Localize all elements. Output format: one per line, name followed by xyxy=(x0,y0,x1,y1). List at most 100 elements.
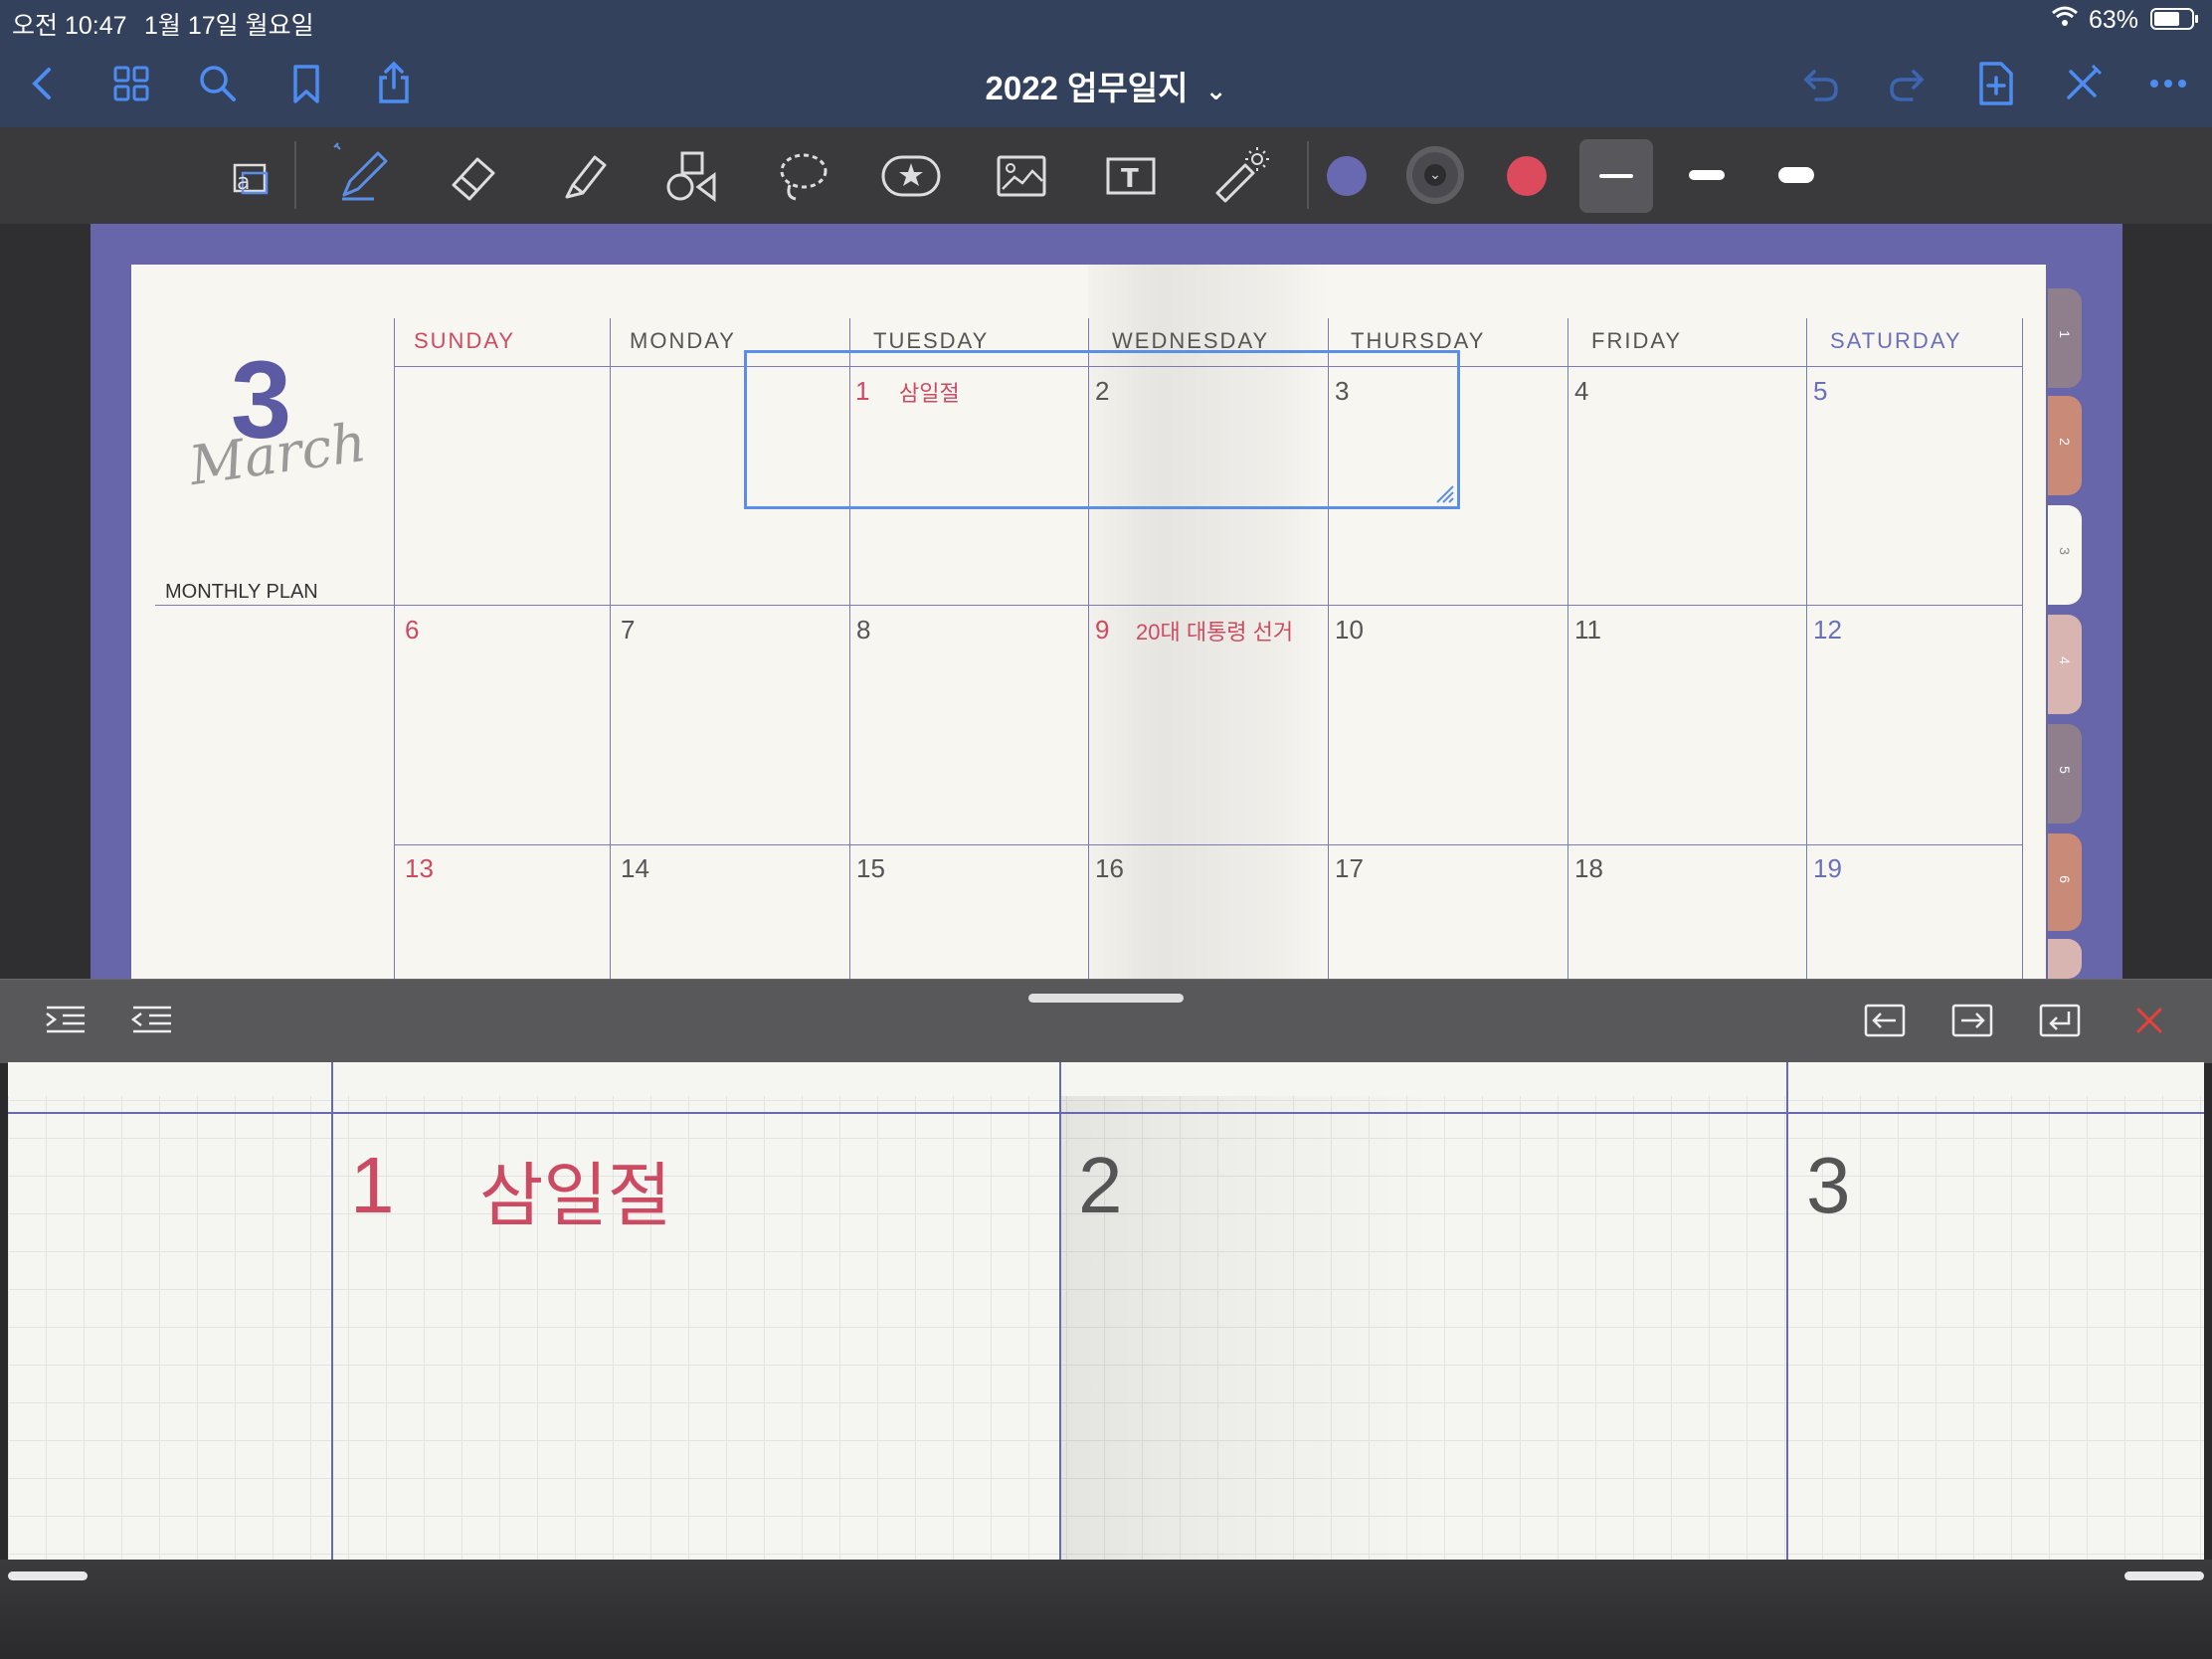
day-header: SUNDAY xyxy=(414,328,516,353)
battery-icon xyxy=(2150,7,2200,38)
page-tab-active[interactable]: 3 xyxy=(2048,505,2082,605)
page-tab[interactable]: 5 xyxy=(2048,724,2082,824)
grid-line xyxy=(155,605,2023,606)
add-page-icon[interactable] xyxy=(1969,58,2021,109)
grid-line xyxy=(2022,318,2023,980)
date-cell[interactable]: 4 xyxy=(1574,376,1588,407)
search-icon[interactable] xyxy=(192,58,244,109)
date-cell[interactable]: 14 xyxy=(621,853,649,884)
date-cell[interactable]: 13 xyxy=(405,853,434,884)
chevron-down-icon: ⌄ xyxy=(1424,164,1446,186)
date-cell[interactable]: 19 xyxy=(1813,853,1842,884)
text-icon[interactable]: T xyxy=(1096,141,1166,211)
grid-line xyxy=(1786,1062,1788,1560)
share-icon[interactable] xyxy=(368,58,420,109)
document-title-text[interactable]: 2022 업무일지 xyxy=(986,70,1189,106)
layout-icon[interactable]: a xyxy=(217,141,286,211)
resize-handle-icon[interactable] xyxy=(1433,482,1455,504)
more-icon[interactable] xyxy=(2142,58,2194,109)
eraser-icon[interactable] xyxy=(438,141,507,211)
grid-line xyxy=(1567,318,1568,980)
pen-off-icon[interactable] xyxy=(2057,58,2109,109)
date-cell[interactable]: 6 xyxy=(405,615,419,645)
day-header: FRIDAY xyxy=(1591,328,1683,353)
grid-line xyxy=(8,1112,2204,1114)
tab-label: 1 xyxy=(2057,330,2073,338)
zoom-date: 3 xyxy=(1806,1141,1851,1229)
page-tab[interactable]: 1 xyxy=(2048,288,2082,388)
wifi-icon xyxy=(2051,4,2079,35)
lasso-icon[interactable] xyxy=(768,141,837,211)
scroll-handle-left[interactable] xyxy=(8,1571,88,1580)
grid-line xyxy=(394,844,2023,845)
grid-line xyxy=(331,1062,333,1560)
nav-bar: 2022 업무일지 ⌄ xyxy=(0,40,2212,127)
redo-icon[interactable] xyxy=(1882,58,1934,109)
scroll-handle-right[interactable] xyxy=(2124,1571,2204,1580)
close-icon[interactable] xyxy=(2126,998,2172,1043)
zoom-date: 1 xyxy=(350,1141,395,1229)
pen-icon[interactable] xyxy=(328,141,398,211)
toolbar-divider xyxy=(1307,141,1309,209)
move-left-icon[interactable] xyxy=(1862,998,1908,1043)
date-cell[interactable]: 18 xyxy=(1574,853,1603,884)
grid-line xyxy=(610,318,611,980)
date-cell[interactable]: 8 xyxy=(856,615,870,645)
zoom-window-toolbar xyxy=(0,979,2212,1063)
battery-percent: 63% xyxy=(2089,6,2139,34)
page-tab[interactable]: 4 xyxy=(2048,615,2082,714)
date-cell[interactable]: 5 xyxy=(1813,376,1827,407)
bookmark-icon[interactable] xyxy=(280,58,332,109)
sticker-icon[interactable] xyxy=(877,141,947,211)
back-icon[interactable] xyxy=(17,58,69,109)
shapes-icon[interactable] xyxy=(658,141,728,211)
zoom-window-frame[interactable] xyxy=(744,350,1460,509)
date-cell[interactable]: 10 xyxy=(1335,615,1364,645)
date-cell[interactable]: 7 xyxy=(621,615,635,645)
stroke-medium-button[interactable] xyxy=(1689,170,1725,180)
stroke-thin-button[interactable] xyxy=(1579,139,1653,213)
date-cell[interactable]: 17 xyxy=(1335,853,1364,884)
tab-label: 4 xyxy=(2057,656,2073,664)
color-picker[interactable]: ⌄ xyxy=(1406,146,1464,204)
page-tab[interactable] xyxy=(2048,939,2082,979)
new-line-icon[interactable] xyxy=(2037,998,2083,1043)
laser-pointer-icon[interactable] xyxy=(1205,141,1275,211)
header-strip xyxy=(8,1062,2204,1096)
svg-text:T: T xyxy=(1121,164,1139,194)
drawing-toolbar: a T ⌄ xyxy=(0,127,2212,224)
image-icon[interactable] xyxy=(987,141,1056,211)
highlighter-icon[interactable] xyxy=(549,141,619,211)
grid-line xyxy=(1059,1062,1061,1560)
page-tab[interactable]: 6 xyxy=(2048,833,2082,931)
status-bar: 오전 10:47 1월 17일 월요일 63% xyxy=(0,0,2212,40)
date-cell[interactable]: 15 xyxy=(856,853,885,884)
grid-line xyxy=(394,318,395,980)
indent-left-icon[interactable] xyxy=(129,998,175,1043)
stroke-thick-button[interactable] xyxy=(1778,167,1814,183)
zoom-writing-area[interactable]: 1 삼일절 2 3 xyxy=(8,1062,2204,1560)
zoom-date: 2 xyxy=(1078,1141,1123,1229)
day-header: MONDAY xyxy=(630,328,736,353)
color-swatch-red[interactable] xyxy=(1507,156,1547,196)
day-header: SATURDAY xyxy=(1830,328,1962,353)
page-fold-shadow xyxy=(1060,1062,1438,1560)
indent-right-icon[interactable] xyxy=(43,998,89,1043)
move-right-icon[interactable] xyxy=(1949,998,1995,1043)
svg-text:a: a xyxy=(237,170,250,195)
color-swatch-purple[interactable] xyxy=(1327,156,1367,196)
tab-label: 5 xyxy=(2057,766,2073,774)
date-cell[interactable]: 11 xyxy=(1574,615,1601,645)
chevron-down-icon[interactable]: ⌄ xyxy=(1205,76,1227,105)
date-cell[interactable]: 16 xyxy=(1095,853,1124,884)
undo-icon[interactable] xyxy=(1794,58,1846,109)
zoom-event-label: 삼일절 xyxy=(479,1157,672,1234)
section-label: MONTHLY PLAN xyxy=(165,581,318,603)
page-tab[interactable]: 2 xyxy=(2048,396,2082,495)
drag-handle[interactable] xyxy=(1028,994,1184,1003)
tab-label: 2 xyxy=(2057,438,2073,446)
toolbar-divider xyxy=(294,141,296,209)
grid-view-icon[interactable] xyxy=(105,58,157,109)
date-cell[interactable]: 12 xyxy=(1813,615,1842,645)
date-cell[interactable]: 9 xyxy=(1095,615,1109,645)
